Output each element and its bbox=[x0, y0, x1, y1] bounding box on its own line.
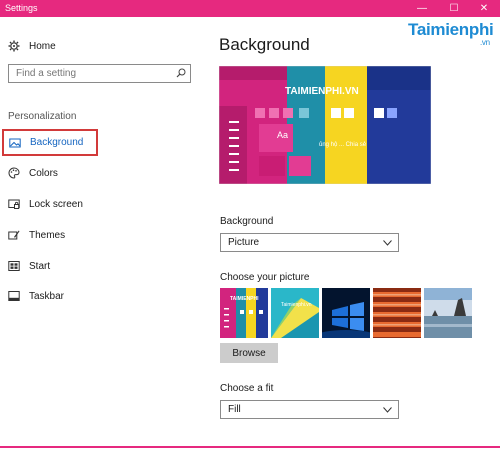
search-box[interactable] bbox=[8, 64, 191, 83]
dropdown-value: Fill bbox=[228, 404, 241, 415]
background-label: Background bbox=[220, 216, 274, 227]
chevron-down-icon bbox=[383, 240, 392, 246]
window-title: Settings bbox=[5, 3, 38, 13]
preview-sample-tile: Aa bbox=[277, 130, 289, 140]
close-button[interactable]: ✕ bbox=[470, 0, 498, 17]
title-bar: Settings — ☐ ✕ bbox=[0, 0, 500, 17]
section-label: Personalization bbox=[8, 111, 77, 122]
page-title: Background bbox=[219, 35, 310, 54]
sidebar-item-start[interactable]: Start bbox=[8, 255, 194, 277]
themes-icon bbox=[8, 230, 20, 240]
sidebar-item-label: Background bbox=[30, 137, 84, 148]
search-icon bbox=[176, 68, 186, 78]
palette-icon bbox=[8, 167, 20, 179]
fit-dropdown[interactable]: Fill bbox=[220, 400, 399, 419]
taskbar-icon bbox=[8, 291, 20, 301]
dropdown-value: Picture bbox=[228, 237, 260, 248]
preview-brand-text: TAIMIENPHI.VN bbox=[285, 86, 359, 97]
sidebar-item-background[interactable]: Background bbox=[2, 129, 98, 156]
search-input[interactable] bbox=[9, 65, 174, 82]
browse-button[interactable]: Browse bbox=[220, 343, 278, 363]
background-preview: TAIMIENPHI.VN ủng hộ ... Chia sẻ Aa bbox=[219, 66, 431, 184]
picture-thumbnail-5[interactable] bbox=[424, 288, 472, 338]
chevron-down-icon bbox=[383, 407, 392, 413]
gear-icon bbox=[8, 40, 20, 52]
start-icon bbox=[8, 261, 20, 271]
sidebar-item-taskbar[interactable]: Taskbar bbox=[8, 285, 194, 307]
background-type-dropdown[interactable]: Picture bbox=[220, 233, 399, 252]
picture-thumbnail-4[interactable] bbox=[373, 288, 421, 338]
choose-fit-label: Choose a fit bbox=[220, 383, 274, 394]
picture-thumbnail-1[interactable]: TAIMIENPHI bbox=[220, 288, 268, 338]
home-nav[interactable]: Home bbox=[8, 35, 194, 57]
thumbnail-text: Taimienphi.vn bbox=[281, 302, 312, 308]
minimize-button[interactable]: — bbox=[408, 0, 436, 17]
choose-picture-label: Choose your picture bbox=[220, 272, 310, 283]
watermark-logo: Taimienphi .vn bbox=[408, 20, 494, 47]
image-icon bbox=[9, 138, 21, 147]
sidebar-item-label: Themes bbox=[29, 229, 66, 241]
preview-tagline: ủng hộ ... Chia sẻ bbox=[319, 142, 367, 148]
sidebar-item-themes[interactable]: Themes bbox=[8, 224, 194, 246]
sidebar-item-lock-screen[interactable]: Lock screen bbox=[8, 193, 194, 215]
thumbnail-text: TAIMIENPHI bbox=[230, 296, 259, 302]
sidebar-item-colors[interactable]: Colors bbox=[8, 162, 194, 184]
sidebar-item-label: Colors bbox=[29, 167, 58, 179]
sidebar: Home Personalization Background Colors L… bbox=[0, 17, 200, 449]
window-bottom-border bbox=[0, 446, 500, 448]
sidebar-item-label: Start bbox=[29, 260, 51, 272]
picture-thumbnail-3[interactable] bbox=[322, 288, 370, 338]
home-label: Home bbox=[29, 40, 56, 52]
sidebar-item-label: Taskbar bbox=[29, 290, 65, 302]
picture-thumbnail-2[interactable]: Taimienphi.vn bbox=[271, 288, 319, 338]
lock-screen-icon bbox=[8, 199, 20, 209]
sidebar-item-label: Lock screen bbox=[29, 198, 83, 210]
maximize-button[interactable]: ☐ bbox=[440, 0, 468, 17]
